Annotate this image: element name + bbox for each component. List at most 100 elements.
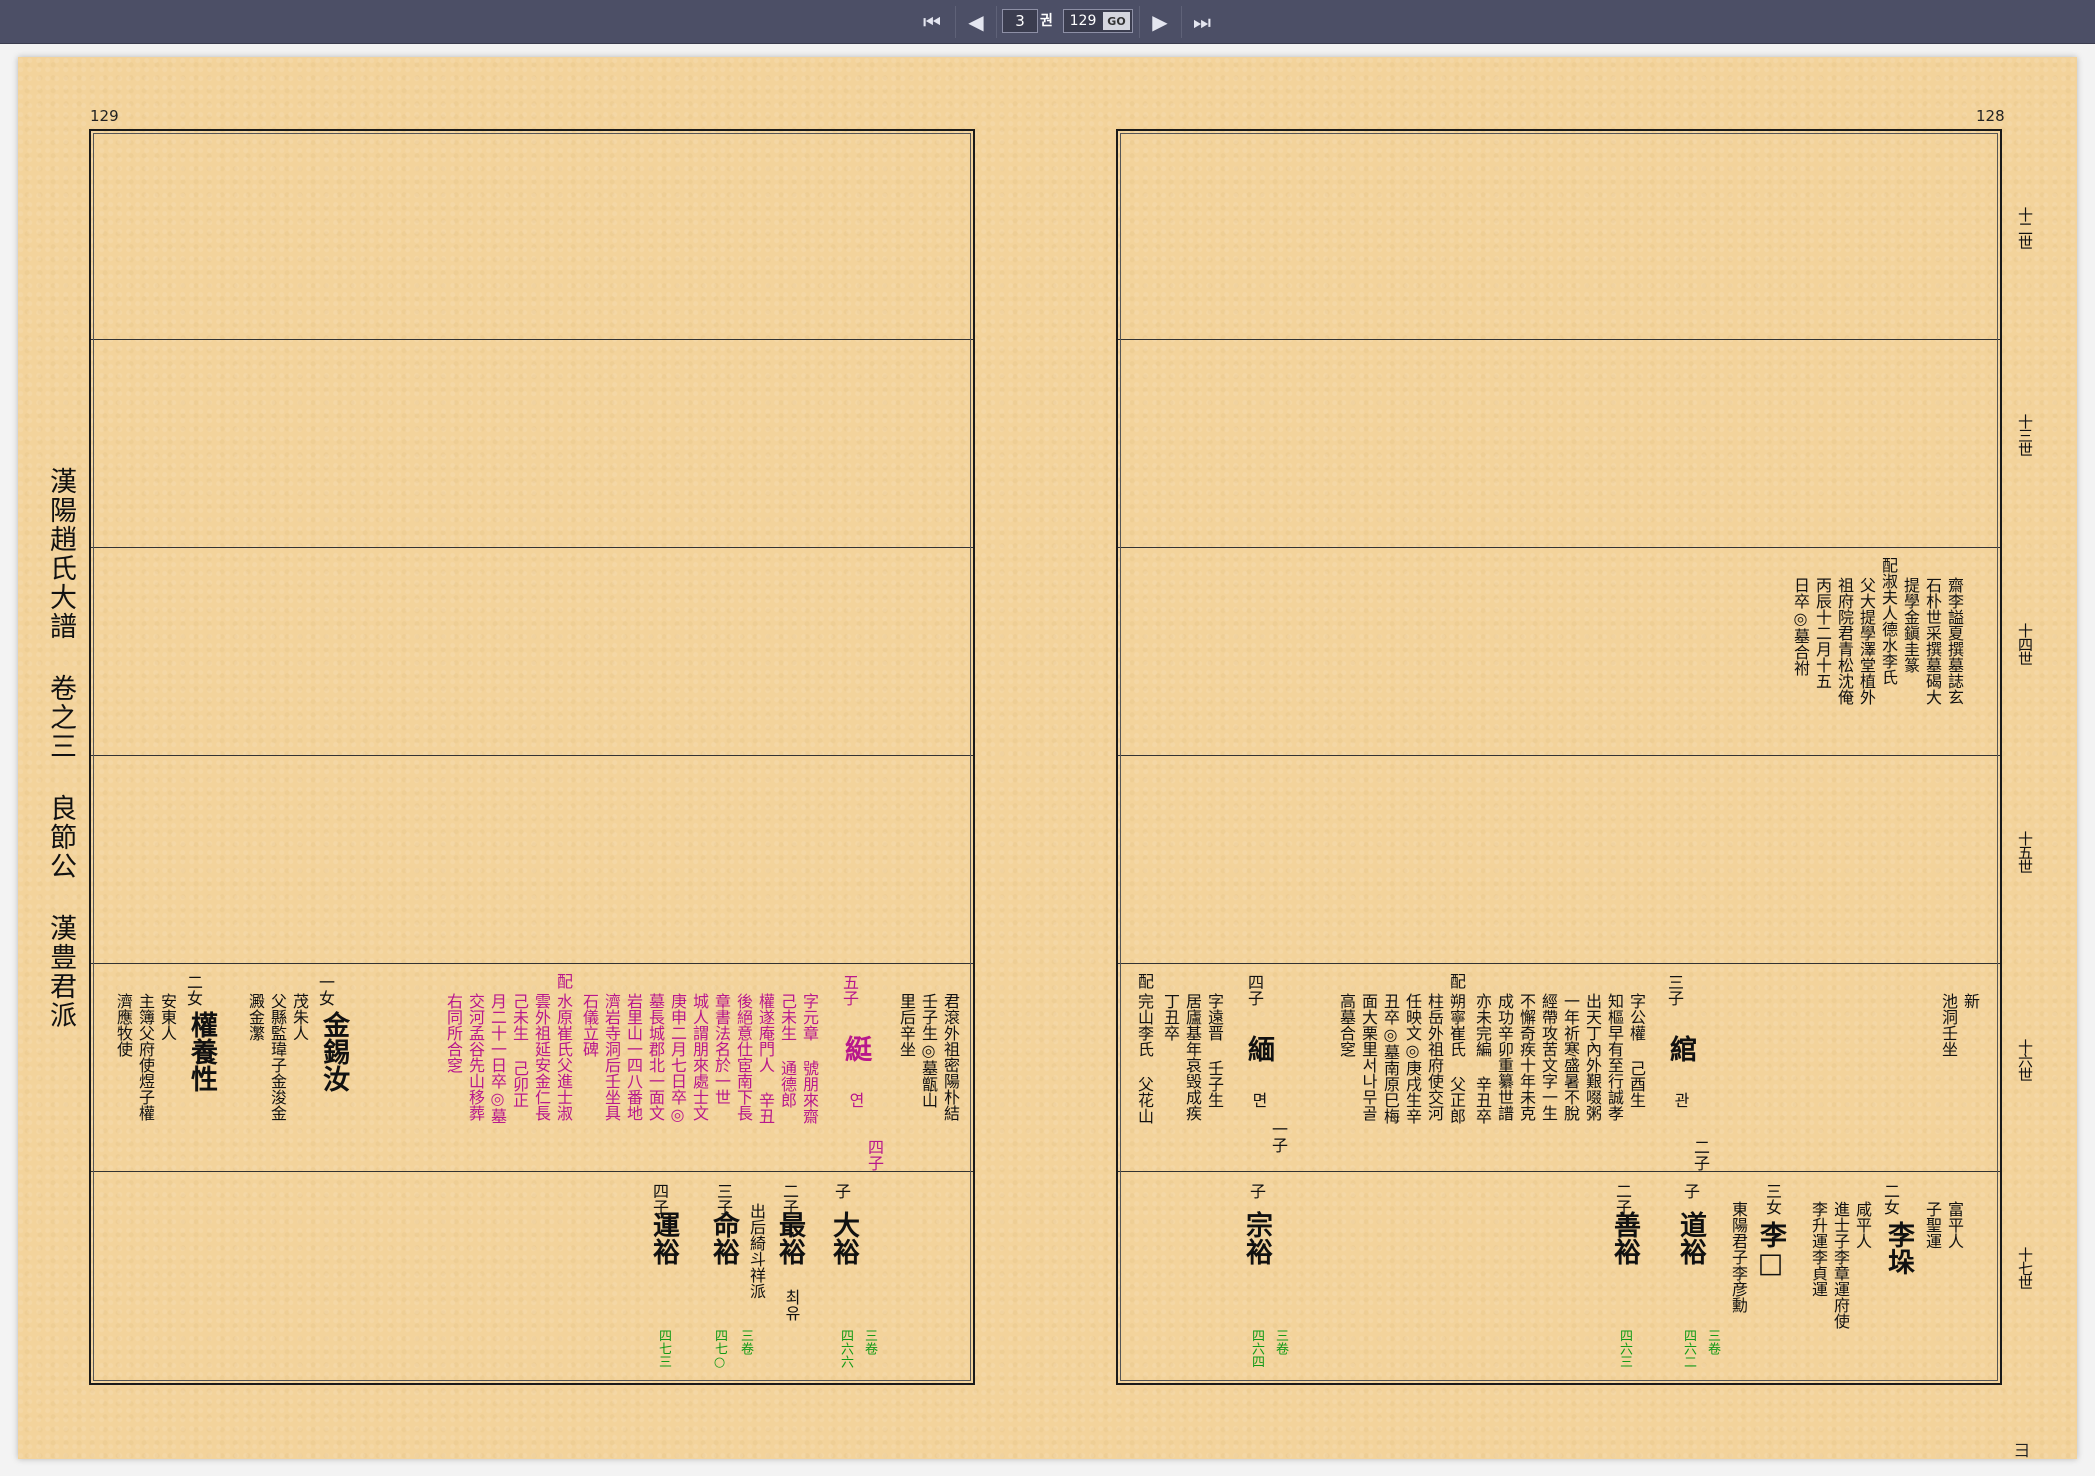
person-heading: 三子	[714, 1183, 733, 1215]
person-heading: 四子	[650, 1183, 669, 1215]
spouse-line: 雲外祖延安金仁長	[532, 993, 551, 1121]
volume-ref: 三卷	[1273, 1329, 1288, 1355]
person-name: 大裕	[828, 1211, 859, 1265]
first-page-icon[interactable]: ⏮	[913, 6, 951, 38]
row-divider	[91, 339, 973, 340]
generation-label-17: 十七世	[2016, 1247, 2034, 1289]
spouse-line: 高墓合窆	[1337, 993, 1356, 1057]
person-heading: 三子	[1665, 974, 1684, 1006]
person-heading: 三女	[1763, 1183, 1782, 1215]
row-divider	[1118, 339, 2000, 340]
person-heading: 二子	[780, 1183, 799, 1215]
row-divider	[91, 755, 973, 756]
bio-line: 成功辛卯重纂世譜	[1495, 993, 1514, 1121]
note-line: 丙辰十二月十五	[1813, 577, 1832, 689]
book-spread: 129 128 漢陽趙氏大譜 卷之三 良節公 漢豊君派 十二世 十三世 十四世 …	[18, 57, 2077, 1460]
spouse-line: 任映文◎庚戌生辛	[1403, 993, 1422, 1124]
volume-unit-label: 권	[1040, 13, 1053, 29]
generation-label-14: 十四世	[2016, 623, 2034, 665]
bio-line: 城人謂朋來處士文	[690, 993, 709, 1121]
spouse-line: 配	[1447, 973, 1466, 989]
spouse-line: 月二十一日卒◎墓	[488, 993, 507, 1124]
bio-line: 亦未完編 辛丑卒	[1473, 993, 1492, 1124]
person-name: 緬	[1243, 1035, 1274, 1062]
note-line: 日卒◎墓合祔	[1791, 577, 1810, 676]
person-name: 綎	[840, 1035, 871, 1062]
person-heading: 二女	[184, 974, 203, 1006]
note-line: 茂朱人	[290, 993, 309, 1041]
row-divider	[91, 1171, 973, 1172]
bio-line: 一年祈寒盛暑不脫	[1561, 993, 1580, 1121]
note-line: 安東人	[158, 993, 177, 1041]
bio-line: 字遠晋 壬子生	[1205, 993, 1224, 1108]
row-divider	[1118, 547, 2000, 548]
person-order: 四子	[865, 1139, 884, 1171]
person-heading: 子	[832, 1183, 851, 1199]
person-heading: 一女	[316, 974, 335, 1006]
bio-line: 己未生 通德郎	[778, 993, 797, 1108]
goto-page-input[interactable]	[1064, 10, 1102, 32]
person-hangul: 최유	[782, 1289, 801, 1321]
volume-ref: 四六三	[1617, 1329, 1632, 1368]
person-name: 權養性	[186, 1011, 217, 1092]
left-page-number: 129	[90, 107, 119, 125]
person-hangul: 면	[1249, 1092, 1268, 1108]
volume-ref: 四六二	[1681, 1329, 1696, 1368]
person-name: 金錫汝	[318, 1011, 349, 1092]
note-line: 新	[1961, 993, 1980, 1009]
note-line: 池洞壬坐	[1939, 993, 1958, 1057]
go-button[interactable]: GO	[1103, 12, 1130, 30]
volume-ref: 三卷	[738, 1329, 753, 1355]
spouse-line: 柱岳外祖府使交河	[1425, 993, 1444, 1121]
generation-label-13: 十三世	[2016, 414, 2034, 456]
volume-ref: 四六六	[838, 1329, 853, 1368]
bio-line: 知樞早有至行誠孝	[1605, 993, 1624, 1121]
note-line: 進士子李章運府使	[1831, 1201, 1850, 1329]
note-line: 里后辛坐	[897, 993, 916, 1057]
row-divider	[1118, 1171, 2000, 1172]
bio-line: 權遂庵門人 辛丑	[756, 993, 775, 1124]
person-name: 善裕	[1609, 1211, 1640, 1265]
note-line: 子聖運	[1923, 1201, 1942, 1249]
note-line: 出后綺斗祥派	[747, 1203, 766, 1299]
person-name: 最裕	[774, 1211, 805, 1265]
book-title: 漢陽趙氏大譜 卷之三 良節公 漢豊君派	[45, 467, 76, 1030]
row-divider	[91, 963, 973, 964]
toolbar-divider	[1181, 6, 1182, 38]
spouse-line: 丑卒◎墓南原巳梅	[1381, 993, 1400, 1124]
spouse-line: 朔寧崔氏 父正郎	[1447, 993, 1466, 1124]
person-order: 一子	[1269, 1121, 1288, 1153]
bio-line: 居廬基年哀毁成疾	[1183, 993, 1202, 1121]
right-page-number: 128	[1976, 107, 2005, 125]
volume-ref: 三卷	[862, 1329, 877, 1355]
person-heading: 子	[1247, 1183, 1266, 1199]
bio-line: 濟岩寺洞后壬坐具	[602, 993, 621, 1121]
note-line: 父大提學澤堂植外	[1857, 577, 1876, 705]
person-name: 命裕	[708, 1211, 739, 1265]
generation-label-16: 十六世	[2016, 1039, 2034, 1081]
bio-line: 庚申二月七日卒◎	[668, 993, 687, 1124]
person-name: 李垛	[1883, 1221, 1914, 1275]
person-heading: 子	[1681, 1183, 1700, 1199]
volume-ref: 四七三	[656, 1329, 671, 1368]
person-heading: 二子	[1613, 1183, 1632, 1215]
person-heading: 五子	[840, 974, 859, 1006]
person-name: 李□	[1755, 1221, 1786, 1279]
note-line: 祖府院君青松沈俺	[1835, 577, 1854, 705]
volume-input[interactable]	[1002, 9, 1038, 33]
person-name: 綰	[1665, 1035, 1696, 1062]
spouse-line: 右同所合窆	[444, 993, 463, 1073]
last-page-icon[interactable]: ⏭	[1183, 6, 1221, 38]
prev-page-icon[interactable]: ◀	[957, 6, 995, 38]
next-page-icon[interactable]: ▶	[1141, 6, 1179, 38]
row-divider	[1118, 755, 2000, 756]
generation-label-15: 十五世	[2016, 831, 2034, 873]
bio-line: 章書法名於一世	[712, 993, 731, 1105]
person-hangul: 관	[1671, 1092, 1690, 1108]
person-name: 道裕	[1675, 1211, 1706, 1265]
note-line: 主簿父府使煜子權	[136, 993, 155, 1121]
note-line: 濟應牧使	[114, 993, 133, 1057]
volume-ref: 四七○	[712, 1329, 727, 1370]
spouse-line: 配	[1135, 973, 1154, 989]
left-page-frame: 君滾外祖密陽朴結 壬子生◎墓甑山 里后辛坐 五子 綎 연 四子 字元章 號朋來齋…	[89, 129, 975, 1385]
